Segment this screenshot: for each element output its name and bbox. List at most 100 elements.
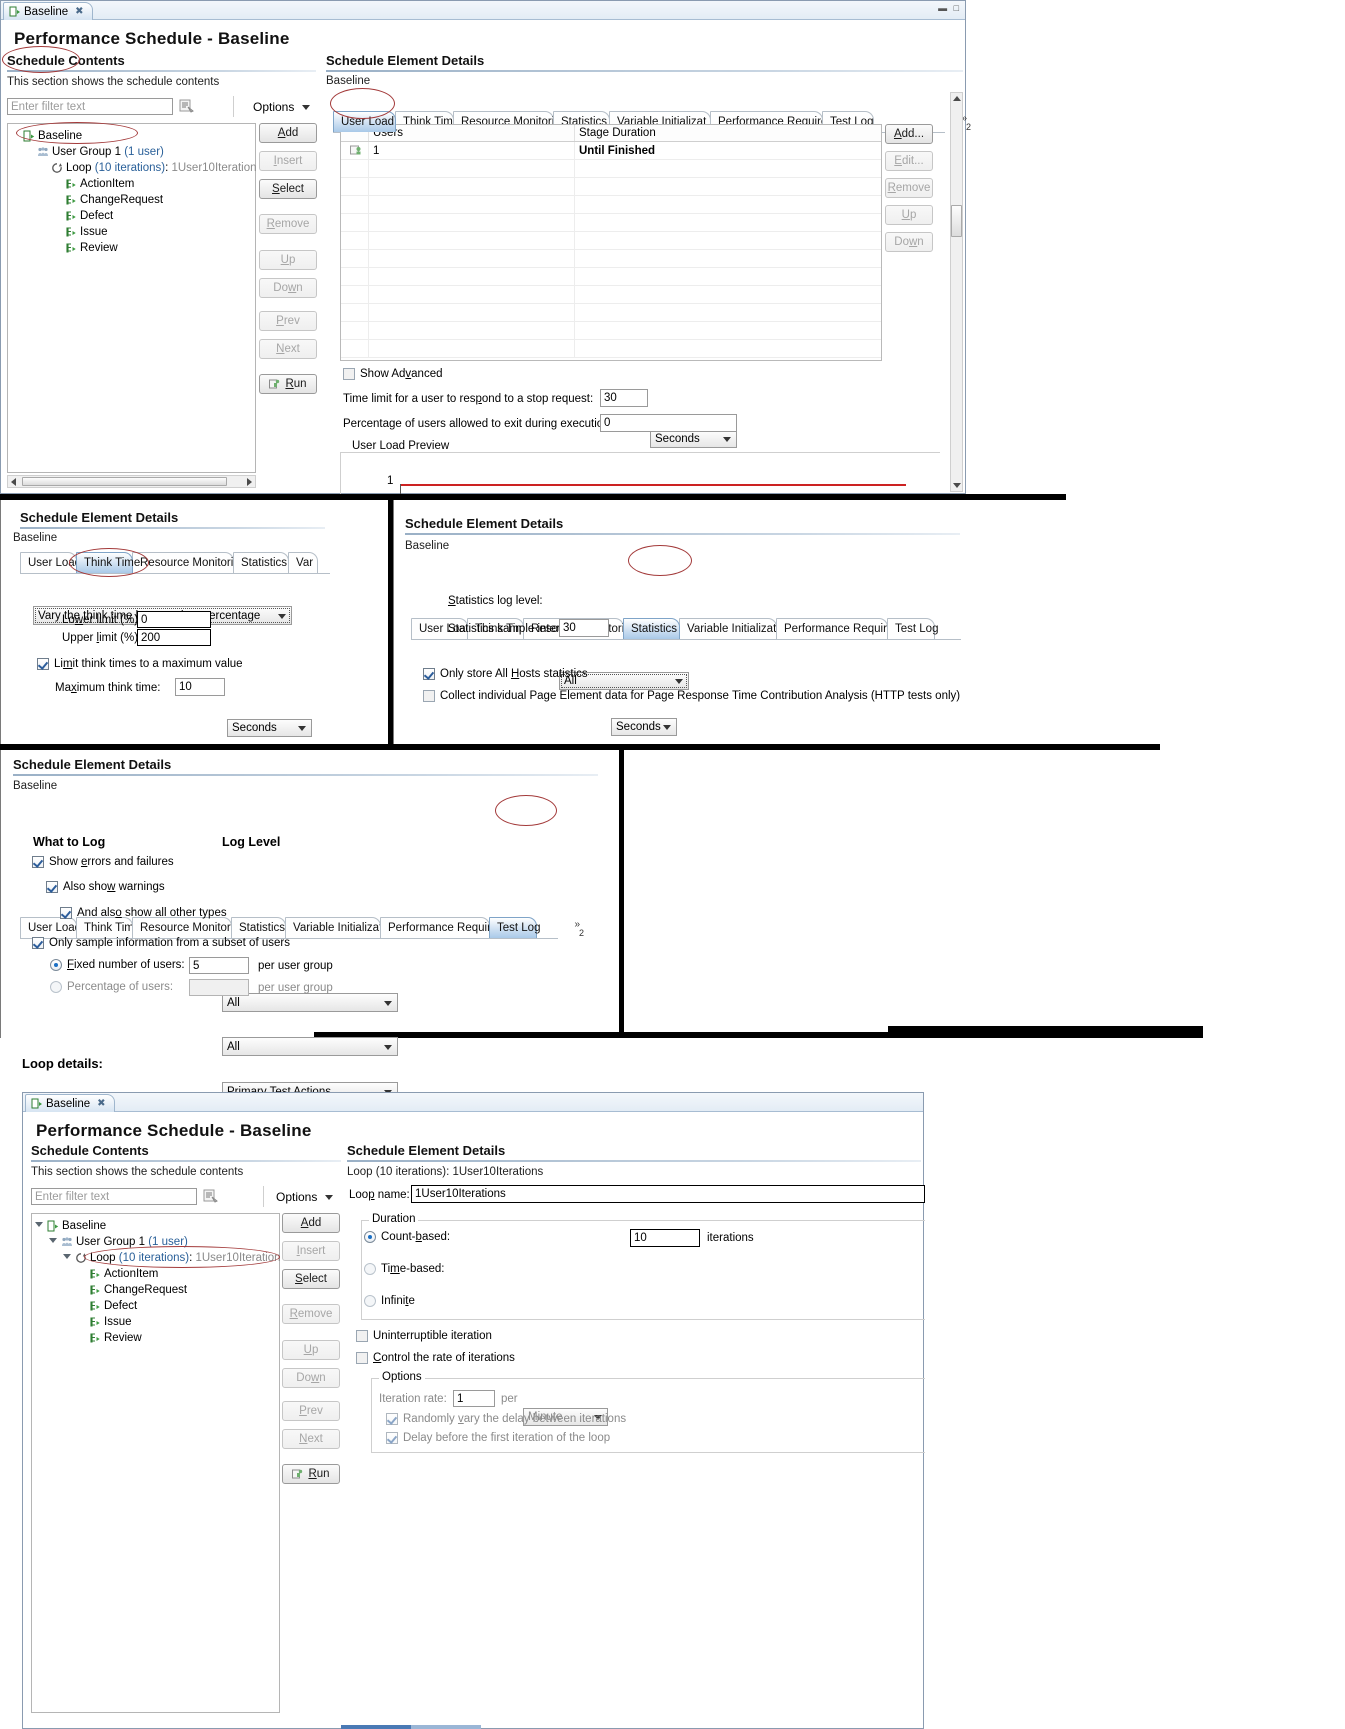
tab-user-load[interactable]: User Load (333, 111, 396, 132)
tree-item-user-group-1[interactable]: User Group 1 (1 user) (35, 1234, 276, 1250)
add-button[interactable]: Add (259, 123, 317, 143)
testlog-level-combo-1[interactable]: All (222, 1037, 398, 1056)
infinite-radio[interactable]: Infinite (364, 1295, 415, 1307)
fixed-number-input[interactable]: 5 (189, 957, 249, 974)
iteration-rate-input[interactable]: 1 (453, 1390, 495, 1407)
tree-item-baseline[interactable]: Baseline (11, 128, 252, 144)
tab-performance-requirem[interactable]: Performance Requirem (776, 618, 903, 639)
schedule-tree[interactable]: Baseline User Group 1 (1 user) Loop (10 it… (7, 123, 257, 473)
collect-page-element-checkbox[interactable]: Collect individual Page Element data for… (423, 690, 960, 702)
loop-name-input[interactable]: 1User10Iterations (411, 1185, 925, 1203)
tab-user-load[interactable]: User Load (20, 917, 81, 938)
tab-test-log[interactable]: Test Log (887, 618, 938, 639)
tree-item-defect[interactable]: Defect (35, 1298, 276, 1314)
table-row[interactable]: 1 Until Finished (341, 142, 881, 160)
uninterruptible-checkbox[interactable]: Uninterruptible iteration (356, 1330, 492, 1342)
filter-input-2[interactable]: Enter filter text (31, 1188, 197, 1205)
lower-limit-input[interactable]: 0 (137, 611, 211, 628)
testlog-checkbox-0[interactable]: Show errors and failures (32, 856, 174, 868)
filter-input[interactable]: Enter filter text (7, 98, 173, 115)
chevron-down-icon (384, 1000, 392, 1006)
exit-percentage-input[interactable]: 0 (600, 414, 737, 432)
schedule-tree-2[interactable]: Baseline User Group 1 (1 user) Loop (10 it… (31, 1213, 281, 1713)
window-buttons[interactable]: ▬ □ (938, 3, 961, 13)
tab-statistics[interactable]: Statistics (623, 618, 680, 639)
tab-think-time[interactable]: Think Time (76, 552, 140, 573)
tab-statistics[interactable]: Statistics (233, 552, 289, 573)
control-rate-checkbox[interactable]: Control the rate of iterations (356, 1352, 515, 1364)
tree-item-defect[interactable]: Defect (11, 208, 252, 224)
sample-subset-checkbox[interactable]: Only sample information from a subset of… (32, 937, 290, 949)
options-dropdown[interactable]: Options (253, 100, 311, 114)
tab-user-load[interactable]: User Load (20, 552, 81, 573)
tree-item-issue[interactable]: Issue (35, 1314, 276, 1330)
tab-resource-monitoring[interactable]: Resource Monitoring (132, 552, 246, 573)
user-load-table[interactable]: Users Stage Duration 1 Until Finished (340, 124, 882, 361)
only-store-all-hosts-checkbox[interactable]: Only store All Hosts statistics (423, 668, 588, 680)
expand-arrow-icon[interactable] (49, 1238, 57, 1246)
tree-item-review[interactable]: Review (35, 1330, 276, 1346)
expand-arrow-icon[interactable] (35, 1222, 43, 1230)
max-think-time-input[interactable]: 10 (175, 678, 225, 696)
tree-item-loop-10-iterations-1user10iteration[interactable]: Loop (10 iterations): 1User10Iteration (11, 160, 257, 176)
testlog-checkbox-1[interactable]: Also show warnings (46, 881, 165, 893)
time-based-radio[interactable]: Time-based: (364, 1263, 445, 1275)
tab-statistics[interactable]: Statistics (231, 917, 286, 938)
tab-resource-monitoring[interactable]: Resource Monitoring (132, 917, 246, 938)
percentage-input[interactable] (189, 979, 249, 996)
table-add-button[interactable]: Add... (885, 124, 933, 144)
radio-button (364, 1295, 376, 1307)
tree-item-issue[interactable]: Issue (11, 224, 252, 240)
fixed-number-radio[interactable]: Fixed number of users: (50, 959, 185, 971)
cell-stage-duration: Until Finished (579, 144, 656, 157)
tab-variable-initializat[interactable]: Variable Initializat (679, 618, 777, 639)
tree-item-user-group-1[interactable]: User Group 1 (1 user) (11, 144, 252, 160)
time-based-label: Time-based: (381, 1263, 445, 1275)
tab-variable-initializat[interactable]: Variable Initializat (285, 917, 382, 938)
tree-item-changerequest[interactable]: ChangeRequest (35, 1282, 276, 1298)
close-icon[interactable]: ✖ (97, 1098, 105, 1109)
tree-item-actionitem[interactable]: ActionItem (35, 1266, 276, 1282)
percentage-radio[interactable]: Percentage of users: (50, 981, 173, 993)
max-think-time-unit-combo[interactable]: Seconds (227, 719, 312, 737)
stats-sample-interval-input[interactable]: 30 (559, 619, 609, 637)
details-tabfolder-2[interactable]: User Load Think Time Resource Monitoring St… (20, 552, 330, 574)
tree-item-actionitem[interactable]: ActionItem (11, 176, 252, 192)
tab-test-log[interactable]: Test Log (489, 917, 540, 938)
options-dropdown-2[interactable]: Options (276, 1190, 334, 1204)
stop-request-unit-combo[interactable]: Seconds (650, 430, 737, 448)
count-based-input[interactable]: 10 (630, 1229, 700, 1247)
testlog-checkbox-2[interactable]: And also show all other types (60, 907, 227, 919)
expand-arrow-icon[interactable] (63, 1254, 71, 1262)
run-button[interactable]: Run (259, 374, 317, 394)
details-vscrollbar[interactable] (950, 92, 963, 492)
count-based-radio[interactable]: Count-based: (364, 1231, 450, 1243)
details-tabfolder-4[interactable]: User Load Think Time Resource Monitoring St… (20, 917, 584, 939)
add-button[interactable]: Add (282, 1213, 340, 1233)
tab-performance-requirem[interactable]: Performance Requirem (380, 917, 507, 938)
editor-tab-baseline-2[interactable]: Baseline ✖ (25, 1094, 115, 1112)
tree-hscrollbar[interactable] (7, 475, 256, 488)
stats-sample-interval-unit-combo[interactable]: Seconds (611, 718, 677, 736)
show-advanced-checkbox[interactable]: Show Advanced (343, 368, 443, 380)
select-button[interactable]: Select (259, 179, 317, 199)
filter-options-icon[interactable] (179, 98, 195, 117)
tab-var[interactable]: Var (288, 552, 318, 573)
tree-item-baseline[interactable]: Baseline (35, 1218, 276, 1234)
tree-item-loop-10-iterations-1user10iteration[interactable]: Loop (10 iterations): 1User10Iteration (35, 1250, 281, 1266)
randomly-vary-checkbox[interactable]: Randomly vary the delay between iteratio… (386, 1413, 626, 1425)
run-button[interactable]: Run (282, 1464, 340, 1484)
select-button[interactable]: Select (282, 1269, 340, 1289)
stop-request-input[interactable]: 30 (600, 389, 648, 407)
close-icon[interactable]: ✖ (75, 6, 83, 17)
delay-first-checkbox[interactable]: Delay before the first iteration of the … (386, 1432, 610, 1444)
duration-group-label: Duration (369, 1213, 419, 1225)
upper-limit-input[interactable]: 200 (137, 629, 211, 646)
tab-think-time[interactable]: Think Time (76, 917, 140, 938)
filter-options-icon-2[interactable] (203, 1188, 219, 1207)
limit-think-times-checkbox[interactable]: Limit think times to a maximum value (37, 658, 243, 670)
tree-item-review[interactable]: Review (11, 240, 252, 256)
editor-tab-baseline[interactable]: Baseline ✖ (3, 2, 93, 20)
button-label: Add... (893, 128, 925, 140)
tree-item-changerequest[interactable]: ChangeRequest (11, 192, 252, 208)
